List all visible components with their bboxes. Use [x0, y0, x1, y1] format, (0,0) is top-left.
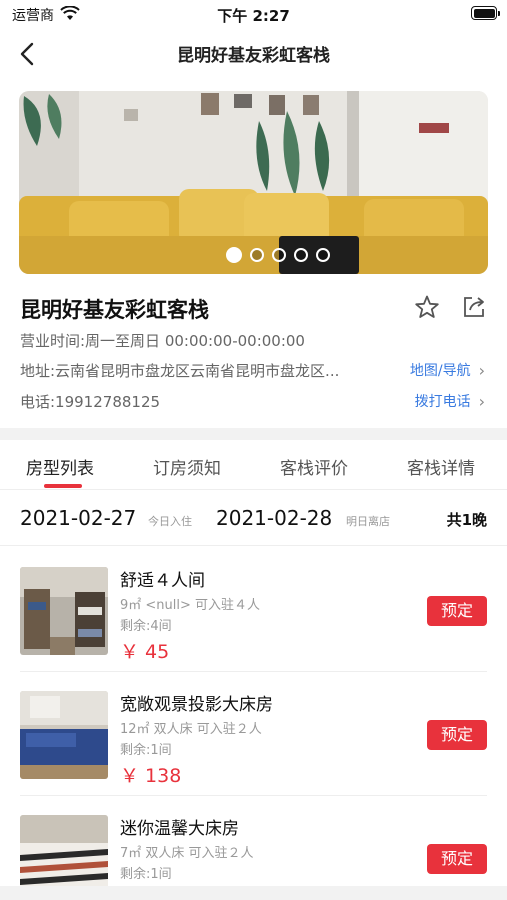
star-icon — [415, 295, 439, 318]
room-name: 迷你温馨大床房 — [120, 819, 239, 839]
section-divider — [0, 428, 507, 440]
checkin-date[interactable]: 2021-02-27 — [20, 506, 136, 530]
checkout-label: 明日离店 — [346, 515, 390, 528]
book-button[interactable]: 预定 — [427, 844, 487, 874]
room-price: ￥ 138 — [120, 765, 182, 787]
tab-active-indicator — [44, 484, 82, 488]
hero-photo — [19, 91, 488, 274]
room-item[interactable]: 迷你温馨大床房 7㎡ 双人床 可入驻２人 剩余:1间 预定 — [0, 796, 507, 900]
address: 地址:云南省昆明市盘龙区云南省昆明市盘龙区... — [20, 362, 340, 380]
share-button[interactable] — [461, 294, 487, 320]
share-icon — [464, 297, 484, 317]
checkin-label: 今日入住 — [148, 515, 192, 528]
tab-bar: 房型列表 订房须知 客栈评价 客栈详情 — [0, 440, 507, 490]
tab-booking-notes[interactable]: 订房须知 — [153, 454, 221, 479]
tab-room-list[interactable]: 房型列表 — [26, 454, 94, 479]
carousel-dot[interactable] — [271, 248, 286, 262]
room-spec: 12㎡ 双人床 可入驻２人 — [120, 722, 262, 737]
room-remaining: 剩余:4间 — [120, 619, 172, 634]
room-name: 宽敞观景投影大床房 — [120, 695, 273, 715]
room-item[interactable]: 宽敞观景投影大床房 12㎡ 双人床 可入驻２人 剩余:1间 ￥ 138 预定 — [0, 672, 507, 796]
nights-count: 共1晚 — [446, 511, 487, 529]
room-name: 舒适４人间 — [120, 571, 205, 591]
clock: 下午 2:27 — [217, 7, 290, 25]
call-link-label: 拨打电话 — [414, 394, 471, 410]
nav-bar: 昆明好基友彩虹客栈 — [0, 28, 507, 80]
room-remaining: 剩余:1间 — [120, 867, 172, 882]
business-hours: 营业时间:周一至周日 00:00:00-00:00:00 — [20, 332, 305, 350]
phone: 电话:19912788125 — [20, 393, 161, 411]
call-link[interactable]: 拨打电话 › — [415, 391, 485, 411]
room-item[interactable]: 舒适４人间 9㎡ <null> 可入驻４人 剩余:4间 ￥ 45 预定 — [0, 548, 507, 672]
hotel-name: 昆明好基友彩虹客栈 — [20, 298, 209, 322]
map-link-label: 地图/导航 — [409, 363, 471, 379]
battery-icon — [471, 6, 500, 20]
carousel-dot[interactable] — [249, 248, 264, 262]
room-remaining: 剩余:1间 — [120, 743, 172, 758]
book-button[interactable]: 预定 — [427, 720, 487, 750]
chevron-right-icon: › — [478, 391, 485, 411]
carousel-dot[interactable] — [293, 248, 308, 262]
tab-details[interactable]: 客栈详情 — [407, 454, 475, 479]
favorite-button[interactable] — [414, 294, 440, 320]
map-navigation-link[interactable]: 地图/导航 › — [410, 360, 485, 380]
carousel-dots — [19, 247, 488, 263]
chevron-right-icon: › — [478, 360, 485, 380]
bottom-band — [0, 886, 507, 900]
status-bar: 运营商 下午 2:27 — [0, 0, 507, 28]
room-spec: 9㎡ <null> 可入驻４人 — [120, 598, 261, 613]
room-photo — [20, 691, 108, 779]
room-spec: 7㎡ 双人床 可入驻２人 — [120, 846, 254, 861]
carousel-dot[interactable] — [225, 247, 242, 263]
hero-carousel[interactable] — [19, 91, 488, 274]
carousel-dot[interactable] — [315, 248, 330, 262]
date-selector[interactable]: 2021-02-27 今日入住 2021-02-28 明日离店 共1晚 — [0, 491, 507, 546]
checkout-date[interactable]: 2021-02-28 — [216, 506, 332, 530]
book-button[interactable]: 预定 — [427, 596, 487, 626]
room-price: ￥ 45 — [120, 641, 170, 663]
room-photo — [20, 567, 108, 655]
tab-reviews[interactable]: 客栈评价 — [280, 454, 348, 479]
page-title: 昆明好基友彩虹客栈 — [177, 46, 330, 66]
